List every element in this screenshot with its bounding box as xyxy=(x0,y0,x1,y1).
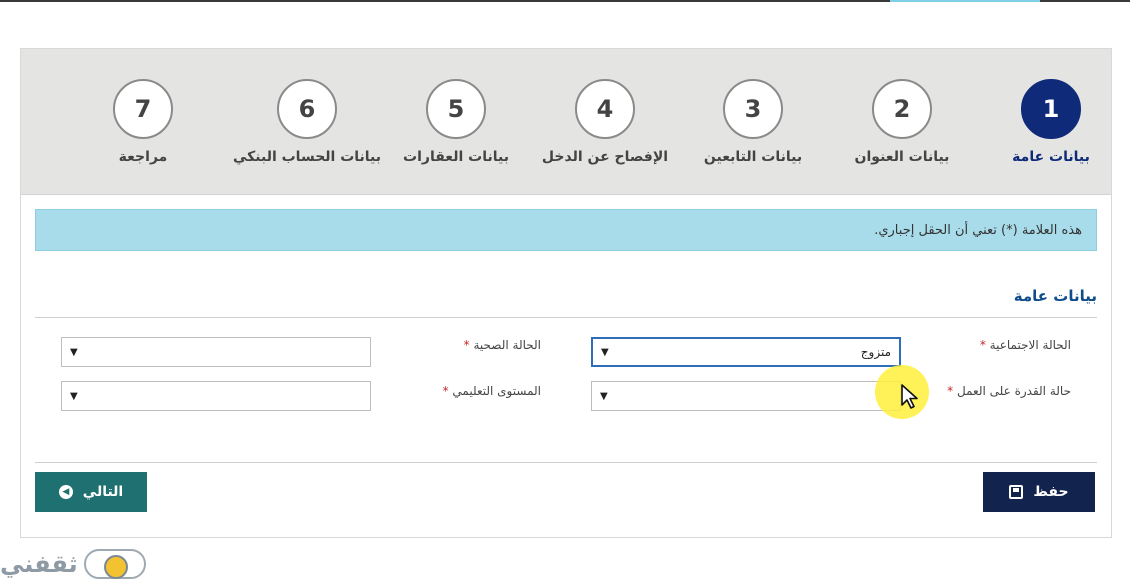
wizard-step-3[interactable]: 3 بيانات التابعين xyxy=(678,79,828,165)
step-label: بيانات العنوان xyxy=(854,149,950,165)
step-number: 1 xyxy=(1021,79,1081,139)
step-label: مراجعة xyxy=(118,149,168,165)
section-divider xyxy=(35,317,1097,318)
wizard-step-7[interactable]: 7 مراجعة xyxy=(68,79,218,165)
next-button[interactable]: التالي ◀ xyxy=(35,472,147,512)
section-title: بيانات عامة xyxy=(1013,287,1097,305)
watermark-logo: ثقفني xyxy=(0,548,190,580)
step-number: 3 xyxy=(723,79,783,139)
step-label: بيانات الحساب البنكي xyxy=(232,149,382,165)
save-button-label: حفظ xyxy=(1033,484,1069,500)
required-mark: * xyxy=(979,338,986,352)
wizard-step-2[interactable]: 2 بيانات العنوان xyxy=(827,79,977,165)
work-ability-label: حالة القدرة على العمل * xyxy=(947,384,1071,398)
education-level-label: المستوى التعليمي * xyxy=(443,384,541,398)
step-number: 7 xyxy=(113,79,173,139)
floppy-disk-icon xyxy=(1009,485,1024,499)
step-label: الإفصاح عن الدخل xyxy=(541,149,669,165)
required-mark: * xyxy=(442,384,449,398)
step-number: 4 xyxy=(575,79,635,139)
label-text: الحالة الاجتماعية xyxy=(989,338,1071,352)
save-button[interactable]: حفظ xyxy=(983,472,1095,512)
health-status-label: الحالة الصحية * xyxy=(464,338,541,352)
top-accent xyxy=(890,0,1040,2)
chevron-down-icon: ▼ xyxy=(70,390,78,402)
wizard-steps: 1 بيانات عامة 2 بيانات العنوان 3 بيانات … xyxy=(21,49,1111,195)
education-level-select[interactable]: ▼ xyxy=(61,381,371,411)
required-mark: * xyxy=(947,384,954,398)
notice-text: هذه العلامة (*) تعني أن الحقل إجباري. xyxy=(874,222,1082,238)
watermark-text: ثقفني xyxy=(0,550,78,578)
next-button-label: التالي xyxy=(82,484,124,500)
label-text: المستوى التعليمي xyxy=(452,384,541,398)
step-label: بيانات عامة xyxy=(1012,149,1090,165)
label-text: حالة القدرة على العمل xyxy=(957,384,1071,398)
chevron-down-icon: ▼ xyxy=(600,390,608,402)
cloud-bulb-icon xyxy=(83,549,146,579)
step-label: بيانات العقارات xyxy=(403,149,509,165)
step-number: 6 xyxy=(277,79,337,139)
wizard-step-1[interactable]: 1 بيانات عامة xyxy=(976,79,1126,165)
wizard-step-6[interactable]: 6 بيانات الحساب البنكي xyxy=(232,79,382,165)
form-panel: 1 بيانات عامة 2 بيانات العنوان 3 بيانات … xyxy=(20,48,1112,538)
marital-status-label: الحالة الاجتماعية * xyxy=(980,338,1071,352)
chevron-down-icon: ▼ xyxy=(601,346,609,358)
health-status-select[interactable]: ▼ xyxy=(61,337,371,367)
required-fields-notice: هذه العلامة (*) تعني أن الحقل إجباري. xyxy=(35,209,1097,251)
label-text: الحالة الصحية xyxy=(473,338,542,352)
marital-status-select[interactable]: متزوج ▼ xyxy=(591,337,901,367)
wizard-step-4[interactable]: 4 الإفصاح عن الدخل xyxy=(530,79,680,165)
chevron-down-icon: ▼ xyxy=(70,346,78,358)
work-ability-select[interactable]: ▼ xyxy=(591,381,901,411)
mouse-pointer-icon xyxy=(901,384,918,409)
required-mark: * xyxy=(463,338,470,352)
step-number: 5 xyxy=(426,79,486,139)
step-number: 2 xyxy=(872,79,932,139)
step-label: بيانات التابعين xyxy=(703,149,803,165)
arrow-left-circle-icon: ◀ xyxy=(58,485,73,499)
actions-divider xyxy=(35,462,1097,463)
select-value: متزوج xyxy=(860,345,891,359)
wizard-step-5[interactable]: 5 بيانات العقارات xyxy=(381,79,531,165)
